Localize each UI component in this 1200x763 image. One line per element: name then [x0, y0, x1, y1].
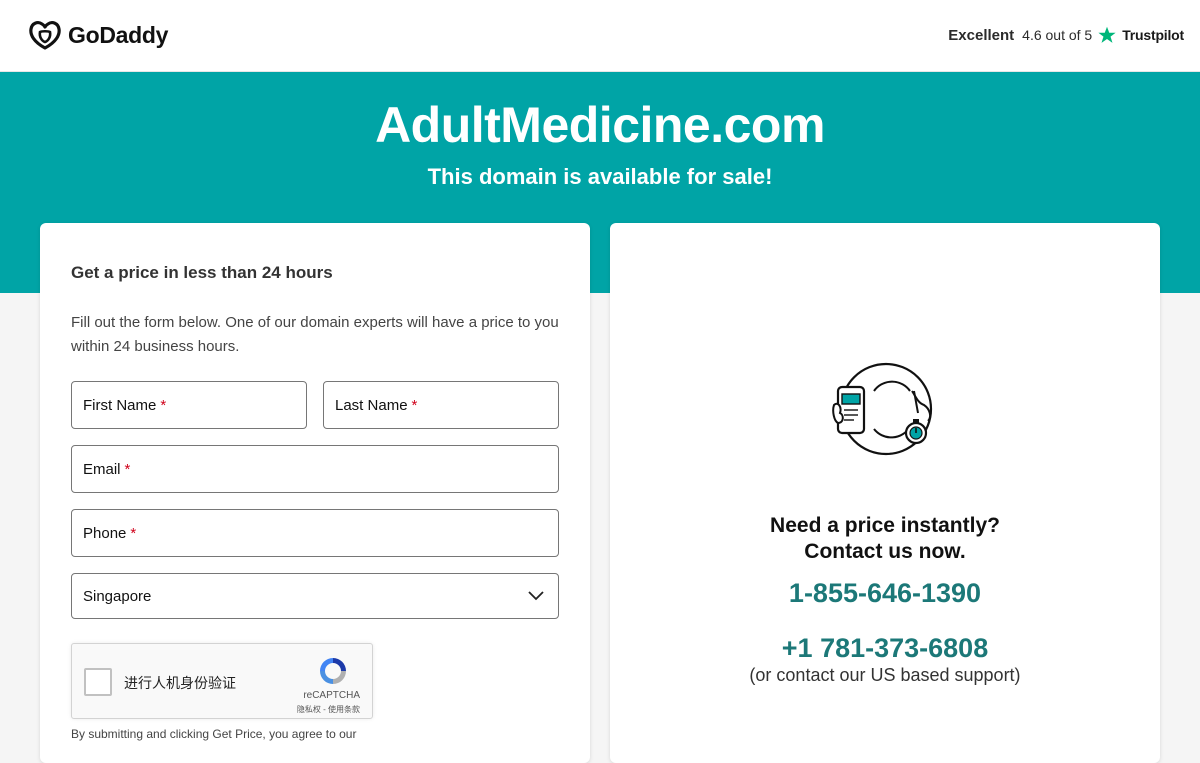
trustpilot-brand: Trustpilot	[1122, 27, 1184, 43]
country-value: Singapore	[83, 587, 152, 605]
sale-subtitle: This domain is available for sale!	[427, 164, 773, 189]
required-marker: *	[130, 524, 137, 542]
support-note: (or contact our US based support)	[749, 665, 1021, 685]
form-title: Get a price in less than 24 hours	[71, 263, 333, 282]
trustpilot-label: Excellent	[948, 26, 1015, 44]
trustpilot-widget[interactable]: Excellent 4.6 out of 5 Trustpilot	[948, 26, 1184, 44]
chevron-down-icon	[528, 591, 544, 601]
required-marker: *	[160, 396, 167, 414]
terms-text: By submitting and clicking Get Price, yo…	[71, 727, 357, 741]
required-marker: *	[124, 460, 131, 478]
price-form-card: Get a price in less than 24 hours Fill o…	[40, 223, 590, 763]
godaddy-logo-icon	[29, 21, 61, 50]
recaptcha-checkbox[interactable]	[84, 668, 112, 696]
site-header: GoDaddy Excellent 4.6 out of 5 Trustpilo…	[0, 0, 1200, 72]
trustpilot-rating: 4.6 out of 5	[1022, 27, 1093, 43]
phone-field[interactable]: Phone *	[71, 509, 559, 557]
recaptcha-logo-icon	[320, 658, 346, 684]
phone-link-us[interactable]: +1 781-373-6808	[610, 633, 1160, 664]
first-name-label: First Name	[83, 396, 157, 414]
required-marker: *	[411, 396, 418, 414]
contact-heading: Need a price instantly? Contact us now.	[610, 513, 1160, 565]
recaptcha-widget: 进行人机身份验证 reCAPTCHA 隐私权 - 使用条款	[71, 643, 373, 719]
phone-link-primary[interactable]: 1-855-646-1390	[610, 578, 1160, 609]
godaddy-logo[interactable]: GoDaddy	[28, 20, 168, 50]
email-label: Email	[83, 460, 121, 478]
contact-heading-line2: Contact us now.	[804, 540, 966, 563]
form-description: Fill out the form below. One of our doma…	[71, 314, 559, 355]
contact-card: Need a price instantly? Contact us now. …	[610, 223, 1160, 763]
domain-name: AdultMedicine.com	[375, 97, 825, 153]
phone-stopwatch-illustration-icon	[832, 362, 933, 456]
recaptcha-links[interactable]: 隐私权 - 使用条款	[297, 704, 360, 715]
first-name-field[interactable]: First Name *	[71, 381, 307, 429]
last-name-label: Last Name	[335, 396, 408, 414]
email-field[interactable]: Email *	[71, 445, 559, 493]
trustpilot-star-icon	[1098, 26, 1116, 43]
last-name-field[interactable]: Last Name *	[323, 381, 559, 429]
logo-text: GoDaddy	[68, 21, 169, 48]
contact-heading-line1: Need a price instantly?	[770, 514, 1000, 537]
recaptcha-label: 进行人机身份验证	[124, 675, 236, 691]
phone-label: Phone	[83, 524, 127, 542]
recaptcha-brand: reCAPTCHA	[303, 690, 360, 701]
country-select[interactable]: Singapore	[71, 573, 559, 619]
